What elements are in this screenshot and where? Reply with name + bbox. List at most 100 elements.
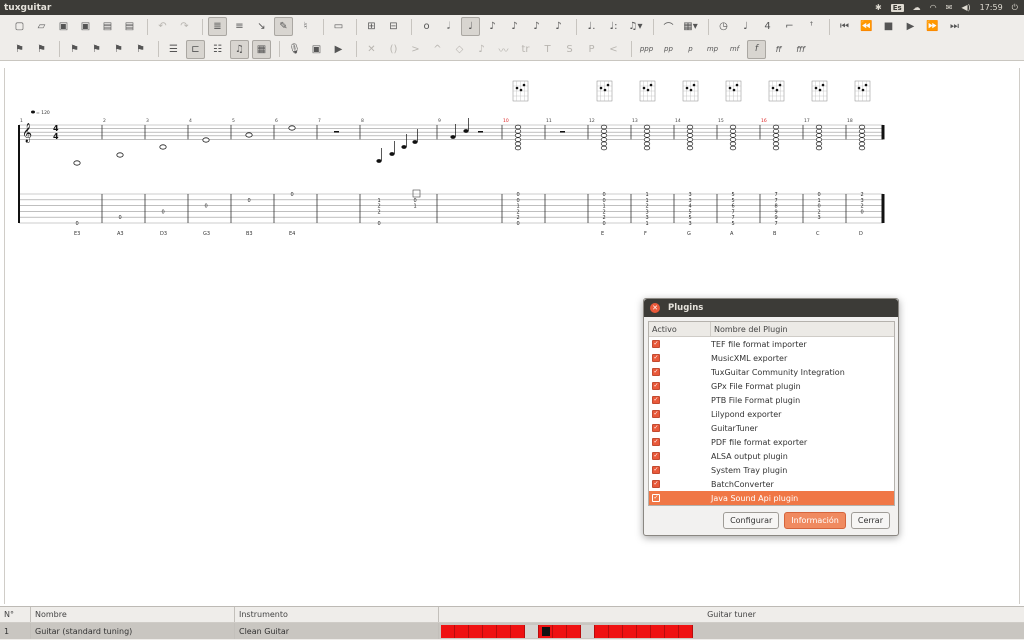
close-button[interactable]: Cerrar: [850, 512, 890, 529]
page-layout-icon[interactable]: ▭: [329, 17, 348, 36]
tuplet-icon[interactable]: ♫▾: [626, 17, 645, 36]
plugin-list[interactable]: Activo Nombre del Plugin ✓ TEF file forma…: [648, 321, 895, 506]
transport-icon[interactable]: ▶: [329, 40, 348, 59]
volume-icon[interactable]: ◀): [961, 3, 970, 12]
track-list-icon[interactable]: ☰: [164, 40, 183, 59]
stop-icon[interactable]: ■: [879, 17, 898, 36]
plugin-active-checkbox[interactable]: ✓: [652, 438, 660, 446]
plugin-active-checkbox[interactable]: ✓: [652, 424, 660, 432]
previous-icon[interactable]: ⏪: [857, 17, 876, 36]
power-icon[interactable]: ⏻: [1012, 3, 1018, 13]
thirty-second-note-icon[interactable]: ♪: [527, 17, 546, 36]
print-icon[interactable]: ▤: [98, 17, 117, 36]
harmonic-icon[interactable]: ◇: [450, 40, 469, 59]
double-dotted-icon[interactable]: ♩:: [604, 17, 623, 36]
plugin-row[interactable]: ✓ Lilypond exporter: [649, 407, 894, 421]
undo-icon[interactable]: ↶: [153, 17, 172, 36]
cloud-icon[interactable]: ☁: [913, 3, 921, 12]
half-note-icon[interactable]: 𝅗𝅥: [439, 17, 458, 36]
plugin-row[interactable]: ✓ GPx File Format plugin: [649, 379, 894, 393]
marker-flag-icon[interactable]: ⚑: [65, 40, 84, 59]
plugin-row[interactable]: ✓ GuitarTuner: [649, 421, 894, 435]
plugin-active-checkbox[interactable]: ✓: [652, 480, 660, 488]
accent-icon[interactable]: >: [406, 40, 425, 59]
dynamic-pp[interactable]: pp: [659, 40, 678, 59]
plugin-active-checkbox[interactable]: ✓: [652, 368, 660, 376]
plugin-active-checkbox[interactable]: ✓: [652, 494, 660, 502]
trill-icon[interactable]: tr: [516, 40, 535, 59]
close-icon[interactable]: ✕: [650, 303, 660, 313]
tapping-icon[interactable]: T: [538, 40, 557, 59]
repeat-open-icon[interactable]: ⌐: [780, 17, 799, 36]
dotted-note-icon[interactable]: ♩.: [582, 17, 601, 36]
plugin-active-checkbox[interactable]: ✓: [652, 452, 660, 460]
repeat-close-icon[interactable]: ꜛ: [802, 17, 821, 36]
eighth-note-icon[interactable]: ♪: [483, 17, 502, 36]
marker-flag-icon[interactable]: ⚑: [109, 40, 128, 59]
vibrato-icon[interactable]: 〰: [494, 40, 513, 59]
fretboard-icon[interactable]: ⊏: [186, 39, 205, 59]
dynamic-mp[interactable]: mp: [703, 40, 722, 59]
time-signature-icon[interactable]: 4: [758, 17, 777, 36]
whole-note-icon[interactable]: o: [417, 17, 436, 36]
marker-flag-icon[interactable]: ⚑: [32, 40, 51, 59]
dynamic-p[interactable]: p: [681, 40, 700, 59]
quarter-note-icon[interactable]: ♩: [461, 17, 480, 36]
save-as-icon[interactable]: ▣: [76, 17, 95, 36]
edit-mode-icon[interactable]: ✎: [274, 17, 293, 36]
plugin-row[interactable]: ✓ System Tray plugin: [649, 463, 894, 477]
plugin-active-checkbox[interactable]: ✓: [652, 354, 660, 362]
voice-mode-icon[interactable]: ♮: [296, 17, 315, 36]
plugin-row[interactable]: ✓ PTB File Format plugin: [649, 393, 894, 407]
last-icon[interactable]: ⏭: [945, 17, 964, 36]
plugin-row[interactable]: ✓ Java Sound Api plugin: [649, 491, 894, 505]
first-icon[interactable]: ⏮: [835, 17, 854, 36]
plugin-active-checkbox[interactable]: ✓: [652, 466, 660, 474]
metronome-icon[interactable]: ◷: [714, 17, 733, 36]
plugin-row[interactable]: ✓ TuxGuitar Community Integration: [649, 365, 894, 379]
tied-note-icon[interactable]: ⌒: [659, 17, 678, 36]
heavy-accent-icon[interactable]: ^: [428, 40, 447, 59]
compact-view-icon[interactable]: ↘: [252, 17, 271, 36]
tablature-view-icon[interactable]: ≣: [208, 17, 227, 36]
remove-measure-icon[interactable]: ⊟: [384, 17, 403, 36]
track-row[interactable]: 1 Guitar (standard tuning) Clean Guitar: [0, 623, 1024, 639]
dynamic-f[interactable]: f: [747, 39, 766, 59]
plugin-active-checkbox[interactable]: ✓: [652, 396, 660, 404]
clock[interactable]: 17:59: [980, 3, 1003, 12]
plugin-row[interactable]: ✓ MusicXML exporter: [649, 351, 894, 365]
plugin-active-checkbox[interactable]: ✓: [652, 382, 660, 390]
score-view-icon[interactable]: ≡: [230, 17, 249, 36]
fade-in-icon[interactable]: <: [604, 40, 623, 59]
configure-button[interactable]: Configurar: [723, 512, 780, 529]
plugin-row[interactable]: ✓ ALSA output plugin: [649, 449, 894, 463]
mixer-icon[interactable]: ☷: [208, 40, 227, 59]
save-icon[interactable]: ▣: [54, 17, 73, 36]
marker-flag-icon[interactable]: ⚑: [87, 40, 106, 59]
grace-note-icon[interactable]: ♪: [472, 40, 491, 59]
dynamic-ff[interactable]: ff: [769, 40, 788, 59]
plugin-row[interactable]: ✓ BatchConverter: [649, 477, 894, 491]
information-button[interactable]: Información: [784, 512, 846, 529]
sixty-fourth-note-icon[interactable]: ♪: [549, 17, 568, 36]
play-icon[interactable]: ▶: [901, 17, 920, 36]
browser-icon[interactable]: ▣: [307, 40, 326, 59]
dynamic-mf[interactable]: mf: [725, 40, 744, 59]
plugin-row[interactable]: ✓ PDF file format exporter: [649, 435, 894, 449]
wifi-icon[interactable]: ◠: [930, 3, 937, 12]
dynamic-ppp[interactable]: ppp: [637, 40, 656, 59]
redo-icon[interactable]: ↷: [175, 17, 194, 36]
plugin-active-checkbox[interactable]: ✓: [652, 410, 660, 418]
plugin-active-checkbox[interactable]: ✓: [652, 340, 660, 348]
dynamic-fff[interactable]: fff: [791, 40, 810, 59]
sixteenth-note-icon[interactable]: ♪: [505, 17, 524, 36]
ghost-note-icon[interactable]: (): [384, 40, 403, 59]
piano-icon[interactable]: ♫: [230, 39, 249, 59]
tempo-icon[interactable]: ♩: [736, 17, 755, 36]
marker-flag-icon[interactable]: ⚑: [131, 40, 150, 59]
keyboard-layout-indicator[interactable]: Es: [890, 3, 904, 12]
plugin-row[interactable]: ✓ TEF file format importer: [649, 337, 894, 351]
bluetooth-icon[interactable]: ✱: [875, 3, 882, 12]
new-file-icon[interactable]: ▢: [10, 17, 29, 36]
marker-flag-icon[interactable]: ⚑: [10, 40, 29, 59]
